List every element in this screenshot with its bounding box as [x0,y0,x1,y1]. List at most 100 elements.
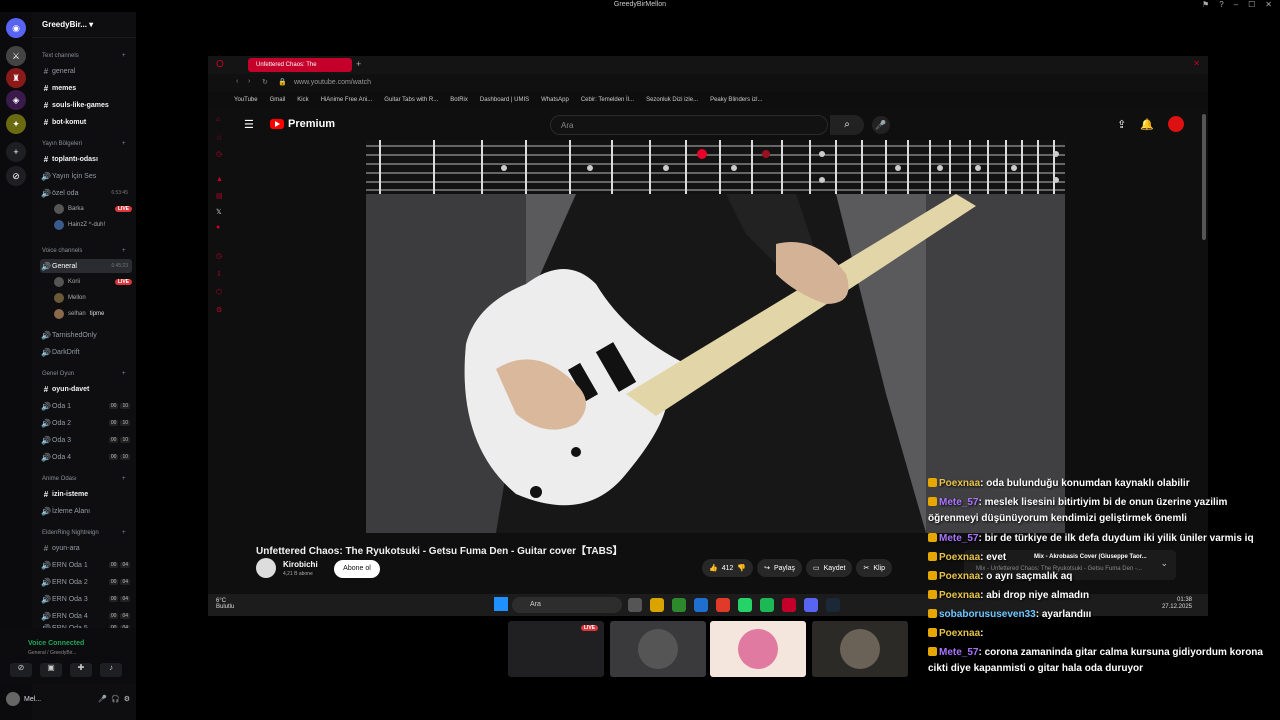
channel-oda-1[interactable]: 🔊 Oda 1 00 10 [40,399,132,413]
twitch-icon[interactable]: ▤ [216,192,223,200]
aria-icon[interactable]: ▲ [216,176,223,183]
add-channel-icon[interactable]: + [122,530,126,536]
channel-yayin-ses[interactable]: 🔊 Yayın İçin Ses [40,169,132,183]
discord-home-icon[interactable]: ◉ [6,18,26,38]
scrollbar[interactable] [1202,114,1206,240]
settings-icon[interactable]: ⚙ [124,695,130,703]
server-icon[interactable]: ✦ [6,114,26,134]
xbox-icon[interactable] [672,598,686,612]
subscribe-button[interactable]: Abone ol [334,560,380,578]
history-icon[interactable]: ◷ [216,150,222,158]
channel-avatar[interactable] [256,558,276,578]
discord-icon[interactable] [804,598,818,612]
category-voice[interactable]: Voice channels + [42,248,126,254]
thumbs-down-icon[interactable]: 👎 [737,564,746,572]
voice-user[interactable]: HainzZ ^-duh! [54,218,132,232]
channel-izleme-alani[interactable]: 🔊 İzleme Alanı [40,504,132,518]
download-icon[interactable]: ⇩ [216,270,222,278]
settings-icon[interactable]: ⚙ [216,306,222,314]
close-icon[interactable]: ✕ [1265,0,1272,9]
url-field[interactable]: www.youtube.com/watch [294,79,371,86]
weather-widget[interactable]: 6°C Bulutlu [216,598,234,610]
channel-oyun-davet[interactable]: # oyun-davet [40,382,132,396]
back-icon[interactable]: ‹ [236,78,238,85]
clip-button[interactable]: ✂ Klip [856,559,892,577]
opera-icon[interactable] [782,598,796,612]
upload-icon[interactable]: ⇪ [1117,118,1126,131]
bookmark-item[interactable]: Cebir: Temelden İl... [581,97,634,103]
chrome-icon[interactable] [716,598,730,612]
new-tab-icon[interactable]: + [356,59,361,69]
add-channel-icon[interactable]: + [122,141,126,147]
bookmark-item[interactable]: Guitar Tabs with R... [384,97,438,103]
bookmark-item[interactable]: BotRix [450,97,468,103]
bookmark-item[interactable]: Peaky Blinders izl... [710,97,762,103]
file-explorer-icon[interactable] [650,598,664,612]
channel-bot-komut[interactable]: # bot-komut [40,115,132,129]
bookmark-item[interactable]: Gmail [270,97,286,103]
bookmark-item[interactable]: HiAnime Free Ani... [321,97,373,103]
edge-icon[interactable] [694,598,708,612]
username[interactable]: Mel... [24,696,41,703]
activities-icon[interactable]: ✚ [70,663,92,677]
browser-tab[interactable]: Unfettered Chaos: The [248,58,352,72]
add-channel-icon[interactable]: + [122,53,126,59]
whatsapp-icon[interactable] [738,598,752,612]
mic-icon[interactable]: 🎤 [872,116,890,134]
bookmark-item[interactable]: Sezonluk Dizi izle... [646,97,698,103]
voice-user[interactable]: selhan tipme [54,307,132,321]
help-icon[interactable]: ? [1219,0,1223,9]
music-icon[interactable]: ● [216,224,220,231]
channel-oda-3[interactable]: 🔊 Oda 3 00 10 [40,433,132,447]
channel-izin-isteme[interactable]: # izin-isteme [40,487,132,501]
mic-icon[interactable]: 🎤 [98,695,107,703]
bookmark-item[interactable]: WhatsApp [541,97,569,103]
bookmark-item[interactable]: Dashboard | UMIS [480,97,529,103]
clock-icon[interactable]: ◷ [216,252,222,260]
video-player[interactable] [366,140,1065,533]
channel-general[interactable]: # general [40,64,132,78]
voice-user[interactable]: Mellon [54,291,132,305]
share-button[interactable]: ↪ Paylaş [757,559,803,577]
add-channel-icon[interactable]: + [122,248,126,254]
avatar[interactable] [6,692,20,706]
add-channel-icon[interactable]: + [122,476,126,482]
category-yayin[interactable]: Yayın Bölgeleri + [42,141,126,147]
explore-icon[interactable]: ⊘ [6,166,26,186]
save-button[interactable]: ▭ Kaydet [806,559,853,577]
participant-tile[interactable] [710,621,806,677]
taskbar-search[interactable]: Ara [512,597,622,613]
windows-start-icon[interactable] [494,597,508,611]
server-header[interactable]: GreedyBir... ▾ [32,12,136,38]
close-window-icon[interactable]: ✕ [1193,59,1200,68]
channel-tarnished[interactable]: 🔊 TarnishedOnly [40,328,132,342]
avatar[interactable] [1168,116,1184,132]
camera-off-icon[interactable]: ⊘ [10,663,32,677]
category-genel-oyun[interactable]: Genel Oyun + [42,371,126,377]
screen-share-icon[interactable]: ▣ [40,663,62,677]
headset-icon[interactable]: 🎧 [111,695,120,703]
channel-oda-4[interactable]: 🔊 Oda 4 00 10 [40,450,132,464]
forward-icon[interactable]: › [248,78,250,85]
stream-thumbnail[interactable]: LIVE [508,621,604,677]
category-text[interactable]: Text channels + [42,53,126,59]
channel-name[interactable]: Kirobichi [283,560,318,569]
participant-tile[interactable] [812,621,908,677]
youtube-logo[interactable]: Premium [270,118,335,130]
search-icon[interactable]: ⌕ [830,115,864,135]
reload-icon[interactable]: ↻ [262,78,268,86]
bookmarks-icon[interactable]: ☆ [216,134,222,142]
add-channel-icon[interactable]: + [122,371,126,377]
taskview-icon[interactable] [628,598,642,612]
category-eldenring[interactable]: EldenRing Nightreign + [42,530,126,536]
channel-ern-3[interactable]: 🔊 ERN Oda 3 00 04 [40,592,132,606]
minimize-icon[interactable]: – [1234,0,1238,9]
soundboard-icon[interactable]: ♪ [100,663,122,677]
channel-general-voice[interactable]: 🔊 General 6:45:23 [40,259,132,273]
search-input[interactable]: Ara [550,115,828,135]
channel-ern-4[interactable]: 🔊 ERN Oda 4 00 04 [40,609,132,623]
bookmark-item[interactable]: YouTube [234,97,258,103]
bookmark-item[interactable]: Kick [297,97,308,103]
channel-souls[interactable]: # souls-like-games [40,98,132,112]
home-icon[interactable]: ⌂ [216,116,220,123]
